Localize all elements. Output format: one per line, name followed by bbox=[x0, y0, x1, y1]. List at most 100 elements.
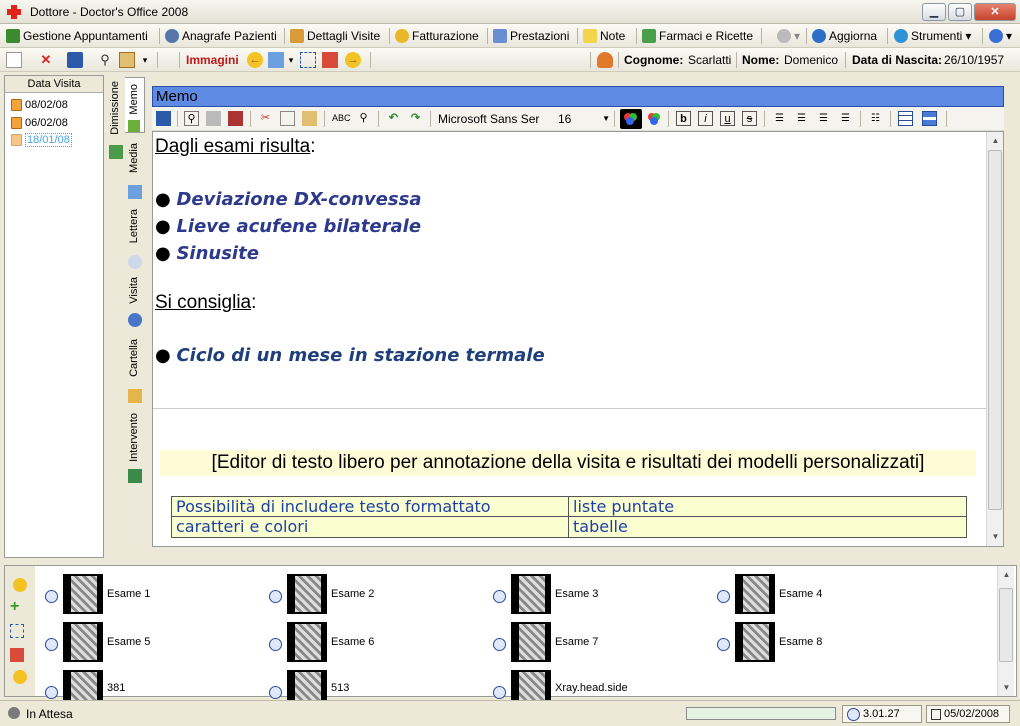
align-right-icon[interactable]: ☰ bbox=[816, 111, 831, 126]
tab-lettera[interactable]: Lettera bbox=[126, 207, 144, 273]
image-thumbnail-item[interactable]: Esame 3 bbox=[493, 572, 703, 616]
xray-thumbnail[interactable] bbox=[287, 622, 327, 662]
image-thumbnail-item[interactable]: Esame 1 bbox=[45, 572, 255, 616]
clock-icon[interactable] bbox=[269, 686, 282, 699]
font-select[interactable]: Microsoft Sans Ser bbox=[438, 110, 554, 128]
previous-arrow-icon[interactable]: ← bbox=[247, 52, 263, 68]
next-arrow-icon[interactable] bbox=[13, 670, 27, 684]
export-icon[interactable] bbox=[228, 111, 243, 126]
print-icon[interactable] bbox=[206, 111, 221, 126]
xray-thumbnail[interactable] bbox=[735, 574, 775, 614]
image-thumbnail-item[interactable]: Esame 7 bbox=[493, 620, 703, 664]
tab-dimissione[interactable]: Dimissione bbox=[109, 81, 123, 221]
image-thumbnail-item[interactable]: Esame 4 bbox=[717, 572, 927, 616]
xray-thumbnail[interactable] bbox=[287, 574, 327, 614]
menu-strumenti[interactable]: Strumenti ▾ bbox=[894, 27, 971, 45]
search-icon[interactable]: ⚲ bbox=[97, 52, 113, 68]
xray-thumbnail[interactable] bbox=[511, 622, 551, 662]
xray-thumbnail[interactable] bbox=[511, 574, 551, 614]
tab-media[interactable]: Media bbox=[126, 141, 144, 203]
phone-dropdown-button[interactable]: ▾ bbox=[777, 27, 800, 45]
menu-fatturazione[interactable]: Fatturazione bbox=[395, 27, 479, 45]
tab-intervento[interactable]: Intervento bbox=[126, 411, 144, 489]
paste-icon[interactable] bbox=[119, 52, 135, 68]
clock-icon[interactable] bbox=[493, 638, 506, 651]
menu-gestione-appuntamenti[interactable]: Gestione Appuntamenti bbox=[6, 27, 148, 45]
scroll-down-icon[interactable]: ▼ bbox=[987, 528, 1004, 545]
strikethrough-button[interactable]: s bbox=[742, 111, 757, 126]
clock-icon[interactable] bbox=[717, 590, 730, 603]
image-thumbnail-item[interactable]: Esame 6 bbox=[269, 620, 479, 664]
save-icon[interactable] bbox=[67, 52, 83, 68]
paste-dropdown-icon[interactable]: ▾ bbox=[137, 52, 153, 68]
select-region-icon[interactable] bbox=[300, 52, 316, 68]
scroll-up-icon[interactable]: ▲ bbox=[987, 132, 1004, 149]
select-region-icon[interactable] bbox=[10, 624, 24, 638]
find-replace-icon[interactable]: ⚲ bbox=[356, 111, 371, 126]
align-left-icon[interactable]: ☰ bbox=[772, 111, 787, 126]
scroll-down-icon[interactable]: ▼ bbox=[998, 679, 1015, 696]
redo-icon[interactable]: ↷ bbox=[408, 111, 423, 126]
clock-icon[interactable] bbox=[717, 638, 730, 651]
memo-editor[interactable]: Dagli esami risulta: ● Deviazione DX-con… bbox=[152, 131, 1004, 547]
underline-button[interactable]: u bbox=[720, 111, 735, 126]
scroll-thumb[interactable] bbox=[999, 588, 1013, 662]
italic-button[interactable]: i bbox=[698, 111, 713, 126]
clock-icon[interactable] bbox=[493, 590, 506, 603]
menu-aggiorna[interactable]: Aggiorna bbox=[812, 27, 877, 45]
visit-item[interactable]: 06/02/08 bbox=[11, 115, 68, 130]
tab-visita[interactable]: Visita bbox=[126, 275, 144, 331]
spellcheck-icon[interactable]: ABC bbox=[332, 111, 351, 126]
images-scrollbar[interactable]: ▲ ▼ bbox=[997, 566, 1014, 696]
clock-icon[interactable] bbox=[269, 638, 282, 651]
image-thumbnail-item[interactable]: Esame 8 bbox=[717, 620, 927, 664]
menu-note[interactable]: Note bbox=[583, 27, 625, 45]
undo-icon[interactable]: ↶ bbox=[386, 111, 401, 126]
menu-prestazioni[interactable]: Prestazioni bbox=[493, 27, 569, 45]
maximize-button[interactable]: ▢ bbox=[948, 3, 972, 21]
visit-item-selected[interactable]: 18/01/08 bbox=[11, 132, 72, 147]
import-image-icon[interactable] bbox=[322, 52, 338, 68]
menu-dettagli-visite[interactable]: Dettagli Visite bbox=[290, 27, 380, 45]
bullet-list-icon[interactable]: ☷ bbox=[868, 111, 883, 126]
minimize-button[interactable]: ▁ bbox=[922, 3, 946, 21]
align-center-icon[interactable]: ☰ bbox=[794, 111, 809, 126]
table-layout-icon[interactable] bbox=[922, 111, 937, 126]
help-button[interactable]: ▾ bbox=[989, 27, 1012, 45]
xray-thumbnail[interactable] bbox=[63, 574, 103, 614]
tab-cartella[interactable]: Cartella bbox=[126, 337, 144, 407]
menu-farmaci-ricette[interactable]: Farmaci e Ricette bbox=[642, 27, 753, 45]
font-size-select[interactable]: 16 ▼ bbox=[558, 110, 610, 128]
cut-icon[interactable]: ✂ bbox=[258, 111, 273, 126]
previous-arrow-icon[interactable] bbox=[13, 578, 27, 592]
visit-item[interactable]: 08/02/08 bbox=[11, 97, 68, 112]
text-color-icon[interactable] bbox=[620, 109, 642, 129]
tab-memo-active[interactable]: Memo bbox=[125, 77, 145, 133]
clock-icon[interactable] bbox=[269, 590, 282, 603]
save-icon[interactable] bbox=[156, 111, 171, 126]
image-icon[interactable] bbox=[268, 52, 284, 68]
copy-icon[interactable] bbox=[280, 111, 295, 126]
xray-thumbnail[interactable] bbox=[735, 622, 775, 662]
close-button[interactable]: ✕ bbox=[974, 3, 1016, 21]
image-dropdown-icon[interactable]: ▾ bbox=[283, 52, 299, 68]
menu-anagrafe-pazienti[interactable]: Anagrafe Pazienti bbox=[165, 27, 277, 45]
next-arrow-icon[interactable]: → bbox=[345, 52, 361, 68]
print-preview-icon[interactable]: ⚲ bbox=[184, 111, 199, 126]
xray-thumbnail[interactable] bbox=[63, 622, 103, 662]
new-document-icon[interactable] bbox=[6, 52, 22, 68]
image-thumbnail-item[interactable]: Esame 5 bbox=[45, 620, 255, 664]
add-image-icon[interactable]: + bbox=[10, 599, 24, 615]
import-image-icon[interactable] bbox=[10, 648, 24, 662]
scroll-up-icon[interactable]: ▲ bbox=[998, 566, 1015, 583]
clock-icon[interactable] bbox=[45, 638, 58, 651]
image-thumbnail-item[interactable]: Esame 2 bbox=[269, 572, 479, 616]
clock-icon[interactable] bbox=[493, 686, 506, 699]
visit-date-header[interactable]: Data Visita bbox=[5, 76, 103, 93]
delete-icon[interactable]: ✕ bbox=[38, 52, 54, 68]
editor-scrollbar[interactable]: ▲ ▼ bbox=[986, 132, 1003, 546]
insert-table-icon[interactable] bbox=[898, 111, 913, 126]
bold-button[interactable]: b bbox=[676, 111, 691, 126]
scroll-thumb[interactable] bbox=[988, 150, 1002, 510]
paste-icon[interactable] bbox=[302, 111, 317, 126]
